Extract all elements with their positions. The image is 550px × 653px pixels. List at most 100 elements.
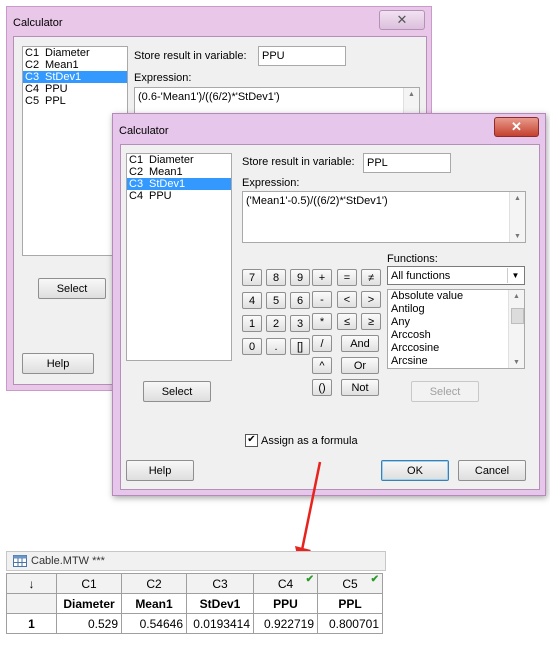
- column-header-c1[interactable]: C1: [56, 573, 122, 594]
- column-name-cell[interactable]: Diameter: [56, 593, 122, 614]
- scroll-up-icon[interactable]: ▲: [404, 88, 419, 100]
- function-item[interactable]: Arcsine: [388, 355, 524, 368]
- key-equals[interactable]: =: [337, 269, 357, 286]
- key-2[interactable]: 2: [266, 315, 286, 332]
- column-header-c4[interactable]: C4 ✔: [253, 573, 318, 594]
- data-cell[interactable]: 0.529: [56, 613, 122, 634]
- variable-item-c1[interactable]: C1 Diameter: [127, 154, 231, 166]
- select-button[interactable]: Select: [143, 381, 211, 402]
- assign-formula-checkbox[interactable]: ✔: [245, 434, 258, 447]
- cancel-button[interactable]: Cancel: [458, 460, 526, 481]
- functions-label: Functions:: [387, 253, 438, 265]
- key-brackets[interactable]: []: [290, 338, 310, 355]
- help-button[interactable]: Help: [22, 353, 94, 374]
- column-name-cell[interactable]: PPU: [253, 593, 318, 614]
- key-3[interactable]: 3: [290, 315, 310, 332]
- variable-item-c3[interactable]: C3 StDev1: [127, 178, 231, 190]
- variable-item-c5[interactable]: C5 PPL: [23, 95, 127, 107]
- data-cell[interactable]: 0.54646: [121, 613, 187, 634]
- function-item[interactable]: Absolute value: [388, 290, 524, 303]
- key-not[interactable]: Not: [341, 379, 379, 396]
- key-6[interactable]: 6: [290, 292, 310, 309]
- row-index[interactable]: 1: [6, 613, 57, 634]
- column-name-cell[interactable]: PPL: [317, 593, 383, 614]
- key-minus[interactable]: -: [312, 291, 332, 308]
- column-header-c2[interactable]: C2: [121, 573, 187, 594]
- sort-arrow-icon[interactable]: ↓: [6, 573, 57, 594]
- ok-button[interactable]: OK: [381, 460, 449, 481]
- close-button[interactable]: ✕: [494, 117, 539, 137]
- function-item[interactable]: Arccosine: [388, 342, 524, 355]
- variable-item-c1[interactable]: C1 Diameter: [23, 47, 127, 59]
- key-5[interactable]: 5: [266, 292, 286, 309]
- data-cell[interactable]: 0.0193414: [186, 613, 254, 634]
- key-or[interactable]: Or: [341, 357, 379, 374]
- key-plus[interactable]: +: [312, 269, 332, 286]
- expression-text: (0.6-'Mean1')/((6/2)*'StDev1'): [138, 91, 280, 103]
- key-dot[interactable]: .: [266, 338, 286, 355]
- expression-textarea[interactable]: ('Mean1'-0.5)/((6/2)*'StDev1') ▲ ▼: [242, 191, 526, 243]
- functions-filter-dropdown[interactable]: All functions ▼: [387, 266, 525, 285]
- variable-item-c2[interactable]: C2 Mean1: [23, 59, 127, 71]
- scroll-up-icon[interactable]: ▲: [509, 290, 524, 302]
- scroll-up-icon[interactable]: ▲: [510, 192, 525, 204]
- column-header-c3[interactable]: C3: [186, 573, 254, 594]
- key-and[interactable]: And: [341, 335, 379, 352]
- key-4[interactable]: 4: [242, 292, 262, 309]
- expression-scrollbar[interactable]: ▲ ▼: [509, 192, 525, 242]
- column-id: C3: [212, 576, 228, 591]
- variable-item-c4[interactable]: C4 PPU: [127, 190, 231, 202]
- column-id-row: ↓ C1 C2 C3 C4 ✔ C5 ✔: [6, 573, 383, 594]
- column-name-cell[interactable]: StDev1: [186, 593, 254, 614]
- key-9[interactable]: 9: [290, 269, 310, 286]
- function-item[interactable]: Arccosh: [388, 329, 524, 342]
- store-variable-input[interactable]: PPL: [363, 153, 451, 173]
- assign-formula-label: Assign as a formula: [261, 435, 358, 447]
- key-greater-equal[interactable]: ≥: [361, 313, 381, 330]
- functions-scrollbar[interactable]: ▲ ▼: [508, 290, 524, 368]
- column-header-c5[interactable]: C5 ✔: [317, 573, 383, 594]
- column-id: C2: [146, 576, 162, 591]
- close-button[interactable]: ✕: [379, 10, 425, 30]
- data-cell[interactable]: 0.800701: [317, 613, 383, 634]
- scroll-down-icon[interactable]: ▼: [510, 230, 525, 242]
- column-id: C1: [25, 47, 40, 59]
- functions-select-button[interactable]: Select: [411, 381, 479, 402]
- function-item[interactable]: Antilog: [388, 303, 524, 316]
- column-name-cell[interactable]: Mean1: [121, 593, 187, 614]
- variable-item-c3[interactable]: C3 StDev1: [23, 71, 127, 83]
- key-parentheses[interactable]: (): [312, 379, 332, 396]
- key-greater-than[interactable]: >: [361, 291, 381, 308]
- key-0[interactable]: 0: [242, 338, 262, 355]
- scroll-down-icon[interactable]: ▼: [509, 356, 524, 368]
- key-7[interactable]: 7: [242, 269, 262, 286]
- key-not-equals[interactable]: ≠: [361, 269, 381, 286]
- data-cell[interactable]: 0.922719: [253, 613, 318, 634]
- variable-item-c4[interactable]: C4 PPU: [23, 83, 127, 95]
- chevron-down-icon[interactable]: ▼: [507, 268, 523, 283]
- variables-listbox[interactable]: C1 Diameter C2 Mean1 C3 StDev1 C4 PPU: [126, 153, 232, 361]
- help-button[interactable]: Help: [126, 460, 194, 481]
- store-result-label: Store result in variable:: [242, 156, 355, 168]
- store-variable-input[interactable]: PPU: [258, 46, 346, 66]
- expression-scrollbar[interactable]: ▲: [403, 88, 419, 116]
- column-name: PPL: [45, 95, 66, 107]
- key-8[interactable]: 8: [266, 269, 286, 286]
- column-name: Mean1: [149, 166, 183, 178]
- worksheet-titlebar[interactable]: Cable.MTW ***: [6, 551, 386, 571]
- function-item[interactable]: Any: [388, 316, 524, 329]
- functions-listbox[interactable]: Absolute value Antilog Any Arccosh Arccosine…: [387, 289, 525, 369]
- select-button[interactable]: Select: [38, 278, 106, 299]
- key-power[interactable]: ^: [312, 357, 332, 374]
- formula-check-icon: ✔: [370, 574, 379, 585]
- key-less-than[interactable]: <: [337, 291, 357, 308]
- key-divide[interactable]: /: [312, 335, 332, 352]
- key-1[interactable]: 1: [242, 315, 262, 332]
- column-id: C1: [81, 576, 97, 591]
- key-less-equal[interactable]: ≤: [337, 313, 357, 330]
- scroll-thumb[interactable]: [511, 308, 524, 324]
- worksheet-grid[interactable]: ↓ C1 C2 C3 C4 ✔ C5 ✔ Diameter Mean1 StDev1 PPU PPL 1 0…: [6, 573, 383, 634]
- variable-item-c2[interactable]: C2 Mean1: [127, 166, 231, 178]
- column-name: Mean1: [45, 59, 79, 71]
- key-multiply[interactable]: *: [312, 313, 332, 330]
